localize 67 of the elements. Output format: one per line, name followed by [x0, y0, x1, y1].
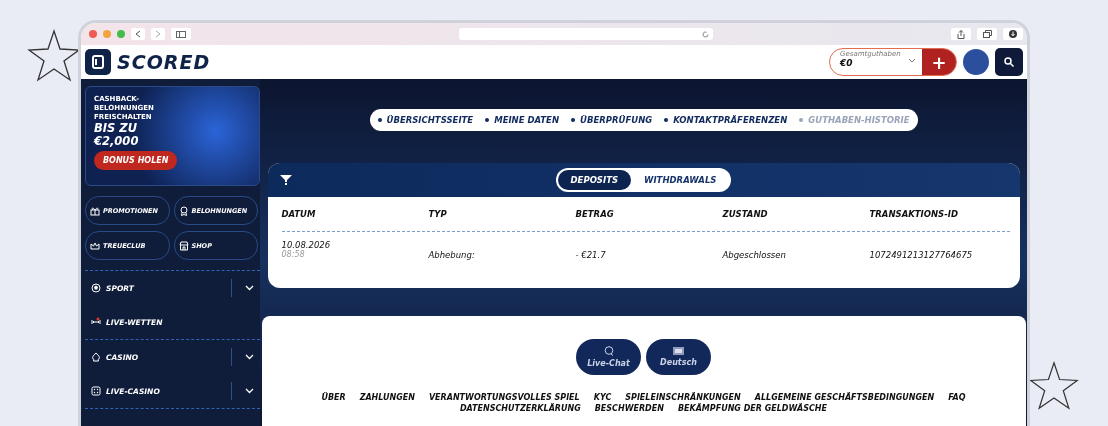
- sidebar-button[interactable]: [171, 28, 191, 40]
- broadcast-icon: [91, 317, 101, 327]
- gift-icon: [90, 205, 100, 216]
- column-header: DATUM: [281, 209, 317, 219]
- footer-link[interactable]: BESCHWERDEN: [594, 404, 664, 413]
- filter-icon: [279, 175, 292, 185]
- column-header: ZUSTAND: [722, 209, 769, 219]
- dice-icon: [91, 386, 101, 396]
- share-button[interactable]: [951, 28, 971, 40]
- search-icon: [1004, 57, 1014, 67]
- account-nav-link[interactable]: MEINE DATEN: [485, 115, 560, 125]
- footer-link[interactable]: SPIELEINSCHRÄNKUNGEN: [625, 393, 741, 402]
- spade-icon: [91, 352, 101, 362]
- deposit-button[interactable]: +: [922, 49, 956, 75]
- chat-icon: [603, 346, 614, 356]
- table-cell-text: 10.08.2026: [281, 240, 332, 250]
- shop-icon: [178, 240, 189, 251]
- table-cell-text: Abgeschlossen: [722, 250, 787, 260]
- flag-icon: [673, 347, 684, 355]
- chevron-right-icon: [155, 30, 161, 38]
- medal-icon: [178, 205, 189, 216]
- column-header: TYP: [428, 209, 448, 219]
- logo-icon[interactable]: [85, 49, 111, 75]
- tab[interactable]: WITHDRAWALS: [631, 170, 730, 190]
- footer-link[interactable]: FAQ: [948, 393, 966, 402]
- column-header: BETRAG: [575, 209, 615, 219]
- balance-value: €0: [840, 58, 853, 68]
- live-chat-button[interactable]: Live-Chat: [576, 339, 641, 375]
- account-nav-link[interactable]: ÜBERPRÜFUNG: [571, 115, 653, 125]
- footer-link[interactable]: DATENSCHUTZERKLÄRUNG: [459, 404, 581, 413]
- tabs-button[interactable]: [977, 28, 997, 40]
- table-cell-text: Abhebung:: [428, 250, 476, 260]
- bonus-button[interactable]: BONUS HOLEN: [94, 151, 178, 170]
- promo-amount: BIS ZU €2,000: [94, 122, 140, 148]
- avatar[interactable]: [963, 49, 989, 75]
- table-cell-text: 08:58: [281, 250, 306, 259]
- chevron-down-icon: [245, 285, 254, 291]
- download-button[interactable]: [1003, 28, 1023, 40]
- footer-link[interactable]: KYC: [593, 393, 612, 402]
- footer-link[interactable]: BEKÄMPFUNG DER GELDWÄSCHE: [677, 404, 828, 413]
- language-button[interactable]: Deutsch: [646, 339, 711, 375]
- column-header: TRANSAKTIONS-ID: [869, 209, 959, 219]
- sidebar-icon: [176, 30, 186, 38]
- crown-icon: [90, 240, 100, 251]
- chevron-left-icon: [135, 30, 141, 38]
- table-cell-text: - €21.7: [575, 250, 607, 260]
- back-button[interactable]: [131, 28, 145, 40]
- footer-link[interactable]: ÜBER: [321, 393, 346, 402]
- close-icon[interactable]: [89, 30, 97, 38]
- footer-link[interactable]: VERANTWORTUNGSVOLLES SPIEL: [428, 393, 580, 402]
- chevron-down-icon: [245, 354, 254, 360]
- ball-icon: [91, 283, 101, 293]
- account-nav-link[interactable]: KONTAKTPRÄFERENZEN: [664, 115, 788, 125]
- table-cell-text: 1072491213127764675: [869, 250, 974, 260]
- tab[interactable]: DEPOSITS: [557, 170, 632, 190]
- tabs-icon: [982, 30, 992, 38]
- download-icon: [1009, 30, 1017, 38]
- account-nav-link[interactable]: ÜBERSICHTSSEITE: [377, 115, 474, 125]
- chevron-down-icon: [908, 58, 916, 64]
- chevron-down-icon: [245, 388, 254, 394]
- logo-text[interactable]: SCORED: [117, 51, 211, 73]
- footer-link[interactable]: ALLGEMEINE GESCHÄFTSBEDINGUNGEN: [754, 393, 935, 402]
- footer-link[interactable]: ZAHLUNGEN: [359, 393, 415, 402]
- share-icon: [957, 29, 965, 39]
- reload-icon: [702, 30, 709, 38]
- search-button[interactable]: [995, 48, 1023, 76]
- star-outline-icon: [1028, 360, 1080, 412]
